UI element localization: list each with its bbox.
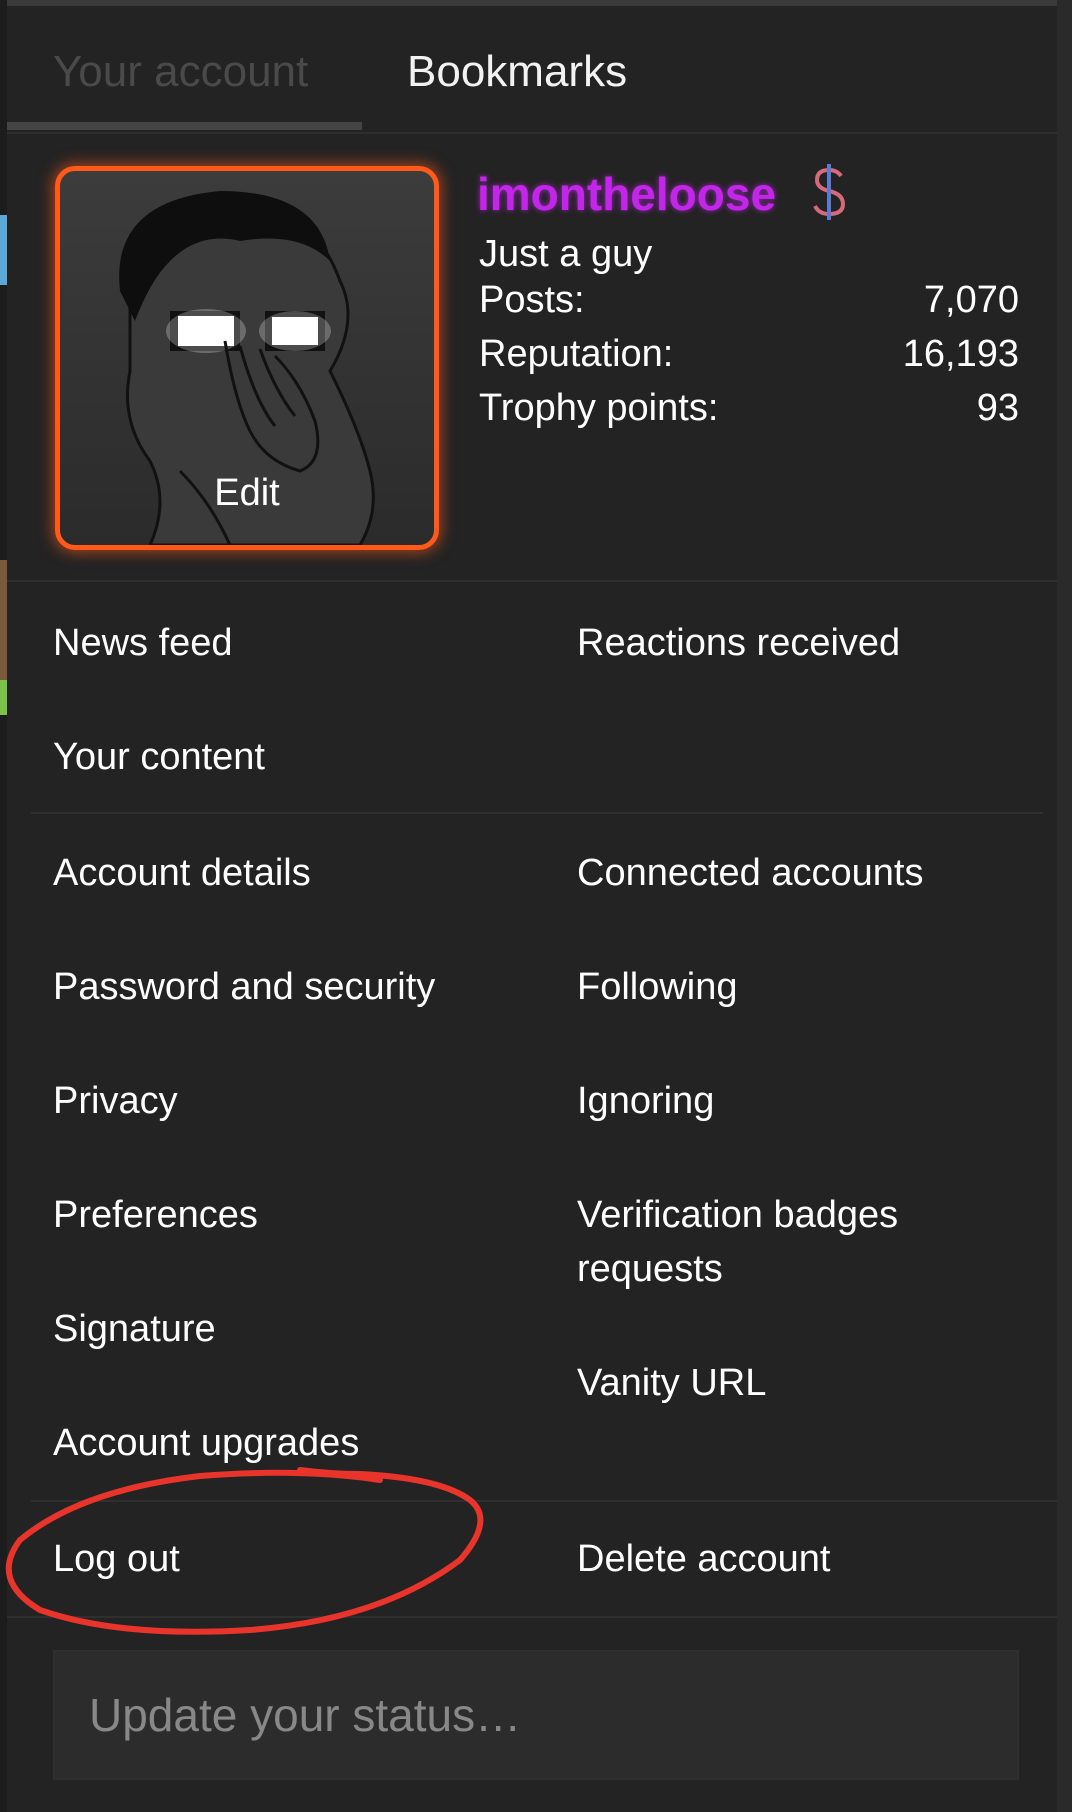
dollar-icon — [813, 164, 846, 220]
menu-signature[interactable]: Signature — [53, 1302, 216, 1356]
stat-reputation: Reputation: 16,193 — [479, 330, 1019, 378]
menu-ignoring[interactable]: Ignoring — [577, 1074, 714, 1128]
stat-posts: Posts: 7,070 — [479, 276, 1019, 324]
menu-verification-badges-requests[interactable]: Verification badges requests — [577, 1188, 898, 1296]
menu-news-feed[interactable]: News feed — [53, 616, 233, 670]
account-menu-panel: Your account Bookmarks Edit imontheloose… — [7, 0, 1057, 1812]
background-page-edge — [1057, 0, 1072, 1812]
stat-trophy-points: Trophy points: 93 — [479, 384, 1019, 432]
tab-your-account[interactable]: Your account — [53, 46, 308, 98]
tab-bar: Your account Bookmarks — [7, 6, 1057, 134]
stat-label: Trophy points: — [479, 387, 719, 429]
avatar-edit-label[interactable]: Edit — [60, 472, 434, 515]
avatar[interactable]: Edit — [55, 166, 439, 550]
tab-bookmarks[interactable]: Bookmarks — [407, 46, 627, 98]
menu-following[interactable]: Following — [577, 960, 738, 1014]
active-tab-indicator — [7, 122, 362, 130]
menu-your-content[interactable]: Your content — [53, 730, 265, 784]
username-link[interactable]: imontheloose — [477, 166, 776, 222]
menu-label-line: Verification badges — [577, 1194, 899, 1236]
menu-log-out[interactable]: Log out — [53, 1532, 180, 1586]
stat-value: 7,070 — [923, 279, 1019, 321]
stat-label: Reputation: — [479, 333, 674, 375]
stat-value: 93 — [976, 387, 1019, 429]
stat-label: Posts: — [479, 279, 585, 321]
menu-connected-accounts[interactable]: Connected accounts — [577, 846, 923, 900]
menu-password-security[interactable]: Password and security — [53, 960, 435, 1014]
divider — [7, 580, 1057, 582]
divider — [7, 1616, 1057, 1618]
menu-preferences[interactable]: Preferences — [53, 1188, 258, 1242]
divider — [31, 812, 1043, 814]
menu-delete-account[interactable]: Delete account — [577, 1532, 831, 1586]
divider — [31, 1500, 1057, 1502]
menu-reactions-received[interactable]: Reactions received — [577, 616, 900, 670]
user-title: Just a guy — [479, 233, 653, 275]
menu-label-line: requests — [577, 1248, 723, 1290]
menu-privacy[interactable]: Privacy — [53, 1074, 178, 1128]
menu-account-upgrades[interactable]: Account upgrades — [53, 1416, 359, 1470]
menu-account-details[interactable]: Account details — [53, 846, 311, 900]
menu-vanity-url[interactable]: Vanity URL — [577, 1356, 766, 1410]
status-input[interactable]: Update your status… — [53, 1650, 1019, 1780]
stat-value: 16,193 — [902, 333, 1019, 375]
